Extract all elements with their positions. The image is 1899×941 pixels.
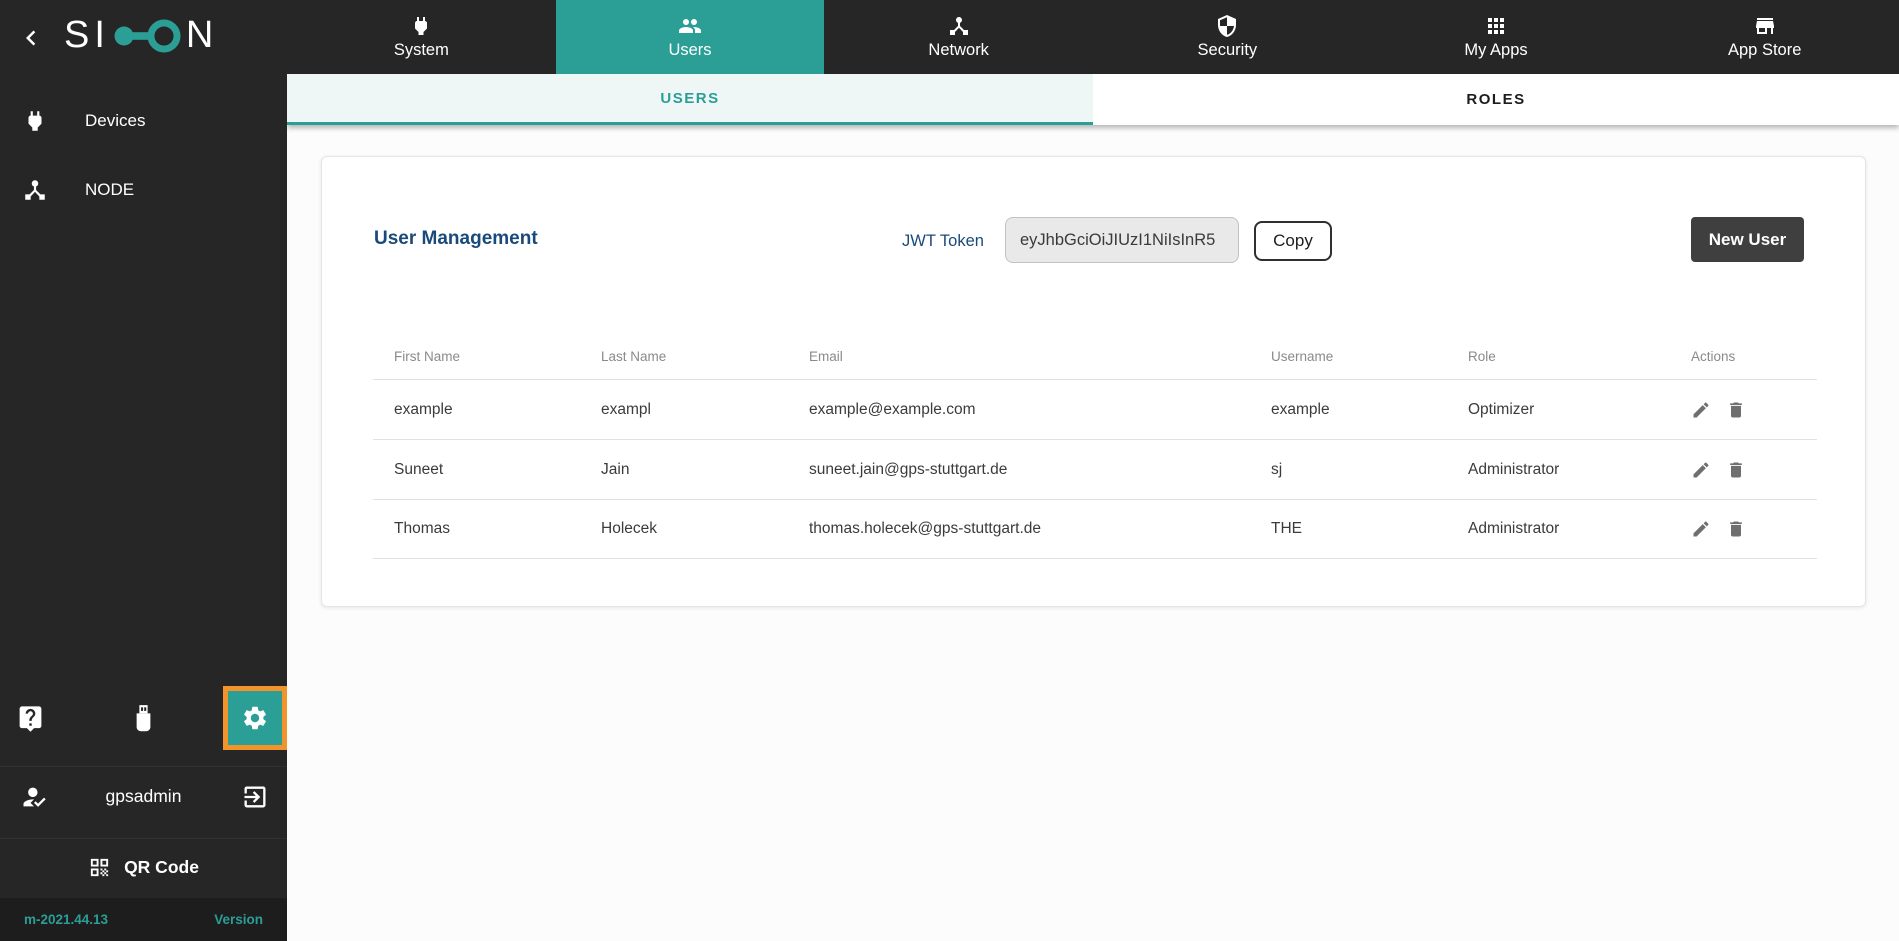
logo-text-left: SI xyxy=(64,14,110,57)
back-chevron-icon[interactable] xyxy=(16,23,46,53)
app-root: SI N Devices NODE xyxy=(0,0,1899,941)
edit-icon[interactable] xyxy=(1691,460,1711,480)
sidebar: SI N Devices NODE xyxy=(0,0,287,941)
version-label: Version xyxy=(214,912,263,927)
cell-first-name: Suneet xyxy=(394,461,601,479)
nav-item-label: Network xyxy=(928,41,989,60)
cell-email: thomas.holecek@gps-stuttgart.de xyxy=(809,520,1271,538)
cell-username: THE xyxy=(1271,520,1468,538)
shield-icon xyxy=(1215,14,1239,38)
jwt-token-label: JWT Token xyxy=(902,232,984,251)
logo-text-right: N xyxy=(186,14,218,57)
main-content: User Management JWT Token Copy New User … xyxy=(287,125,1899,941)
column-header: Actions xyxy=(1691,349,1817,364)
column-header: First Name xyxy=(394,349,601,364)
nav-item-label: My Apps xyxy=(1464,41,1527,60)
jwt-token-input[interactable] xyxy=(1005,217,1239,263)
version-value: m-2021.44.13 xyxy=(24,912,108,927)
plug-icon xyxy=(409,14,433,38)
gear-icon xyxy=(241,704,269,732)
cell-first-name: example xyxy=(394,401,601,419)
sicon-logo: SI N xyxy=(64,14,218,57)
cell-email: suneet.jain@gps-stuttgart.de xyxy=(809,461,1271,479)
apps-grid-icon xyxy=(1484,14,1508,38)
top-nav: System Users Network Security My Apps xyxy=(287,0,1899,74)
current-user-row: gpsadmin xyxy=(0,766,287,826)
nav-item-label: App Store xyxy=(1728,41,1801,60)
cell-actions xyxy=(1691,400,1817,420)
cell-last-name: Jain xyxy=(601,461,809,479)
sidebar-item-node[interactable]: NODE xyxy=(0,160,287,220)
sidebar-item-label: NODE xyxy=(85,180,134,200)
nav-item-security[interactable]: Security xyxy=(1093,0,1362,74)
cell-role: Administrator xyxy=(1468,461,1691,479)
storefront-icon xyxy=(1753,14,1777,38)
tab-users[interactable]: USERS xyxy=(287,74,1093,125)
sidebar-item-devices[interactable]: Devices xyxy=(0,91,287,151)
hub-icon xyxy=(947,14,971,38)
nav-item-users[interactable]: Users xyxy=(556,0,825,74)
edit-icon[interactable] xyxy=(1691,400,1711,420)
hub-icon xyxy=(22,177,48,203)
new-user-button[interactable]: New User xyxy=(1691,217,1804,262)
cell-username: example xyxy=(1271,401,1468,419)
nav-item-system[interactable]: System xyxy=(287,0,556,74)
delete-icon[interactable] xyxy=(1726,519,1746,539)
people-icon xyxy=(678,14,702,38)
cell-last-name: exampl xyxy=(601,401,809,419)
copy-button[interactable]: Copy xyxy=(1254,221,1332,261)
page-title: User Management xyxy=(374,228,538,250)
delete-icon[interactable] xyxy=(1726,460,1746,480)
sub-tab-bar: USERS ROLES xyxy=(287,74,1899,125)
person-check-icon xyxy=(20,783,48,811)
cell-first-name: Thomas xyxy=(394,520,601,538)
plug-icon xyxy=(22,108,48,134)
cell-role: Optimizer xyxy=(1468,401,1691,419)
qr-code-button[interactable]: QR Code xyxy=(0,838,287,896)
nav-item-label: Security xyxy=(1198,41,1258,60)
nav-item-app-store[interactable]: App Store xyxy=(1630,0,1899,74)
sidebar-header: SI N xyxy=(0,0,287,74)
cell-email: example@example.com xyxy=(809,401,1271,419)
delete-icon[interactable] xyxy=(1726,400,1746,420)
table-row: Thomas Holecek thomas.holecek@gps-stuttg… xyxy=(373,499,1817,559)
table-header-row: First Name Last Name Email Username Role… xyxy=(373,333,1817,379)
logout-icon[interactable] xyxy=(241,783,269,811)
column-header: Last Name xyxy=(601,349,809,364)
help-icon[interactable] xyxy=(16,704,45,733)
cell-actions xyxy=(1691,519,1817,539)
cell-actions xyxy=(1691,460,1817,480)
nav-item-network[interactable]: Network xyxy=(824,0,1093,74)
settings-button[interactable] xyxy=(223,686,287,750)
cell-username: sj xyxy=(1271,461,1468,479)
qr-code-icon xyxy=(88,856,111,879)
nav-item-my-apps[interactable]: My Apps xyxy=(1362,0,1631,74)
table-row: Suneet Jain suneet.jain@gps-stuttgart.de… xyxy=(373,439,1817,499)
column-header: Username xyxy=(1271,349,1468,364)
table-row: example exampl example@example.com examp… xyxy=(373,379,1817,439)
qr-code-label: QR Code xyxy=(124,857,199,878)
column-header: Role xyxy=(1468,349,1691,364)
version-bar: m-2021.44.13 Version xyxy=(0,898,287,941)
cell-role: Administrator xyxy=(1468,520,1691,538)
sidebar-item-label: Devices xyxy=(85,111,145,131)
nav-item-label: Users xyxy=(668,41,711,60)
cell-last-name: Holecek xyxy=(601,520,809,538)
logo-link-icon xyxy=(111,15,185,57)
column-header: Email xyxy=(809,349,1271,364)
nav-item-label: System xyxy=(394,41,449,60)
sidebar-tool-row xyxy=(0,686,287,750)
users-table: First Name Last Name Email Username Role… xyxy=(373,333,1817,559)
tab-roles[interactable]: ROLES xyxy=(1093,74,1899,125)
usb-stick-icon[interactable] xyxy=(127,701,160,734)
edit-icon[interactable] xyxy=(1691,519,1711,539)
user-management-card: User Management JWT Token Copy New User … xyxy=(321,156,1866,607)
